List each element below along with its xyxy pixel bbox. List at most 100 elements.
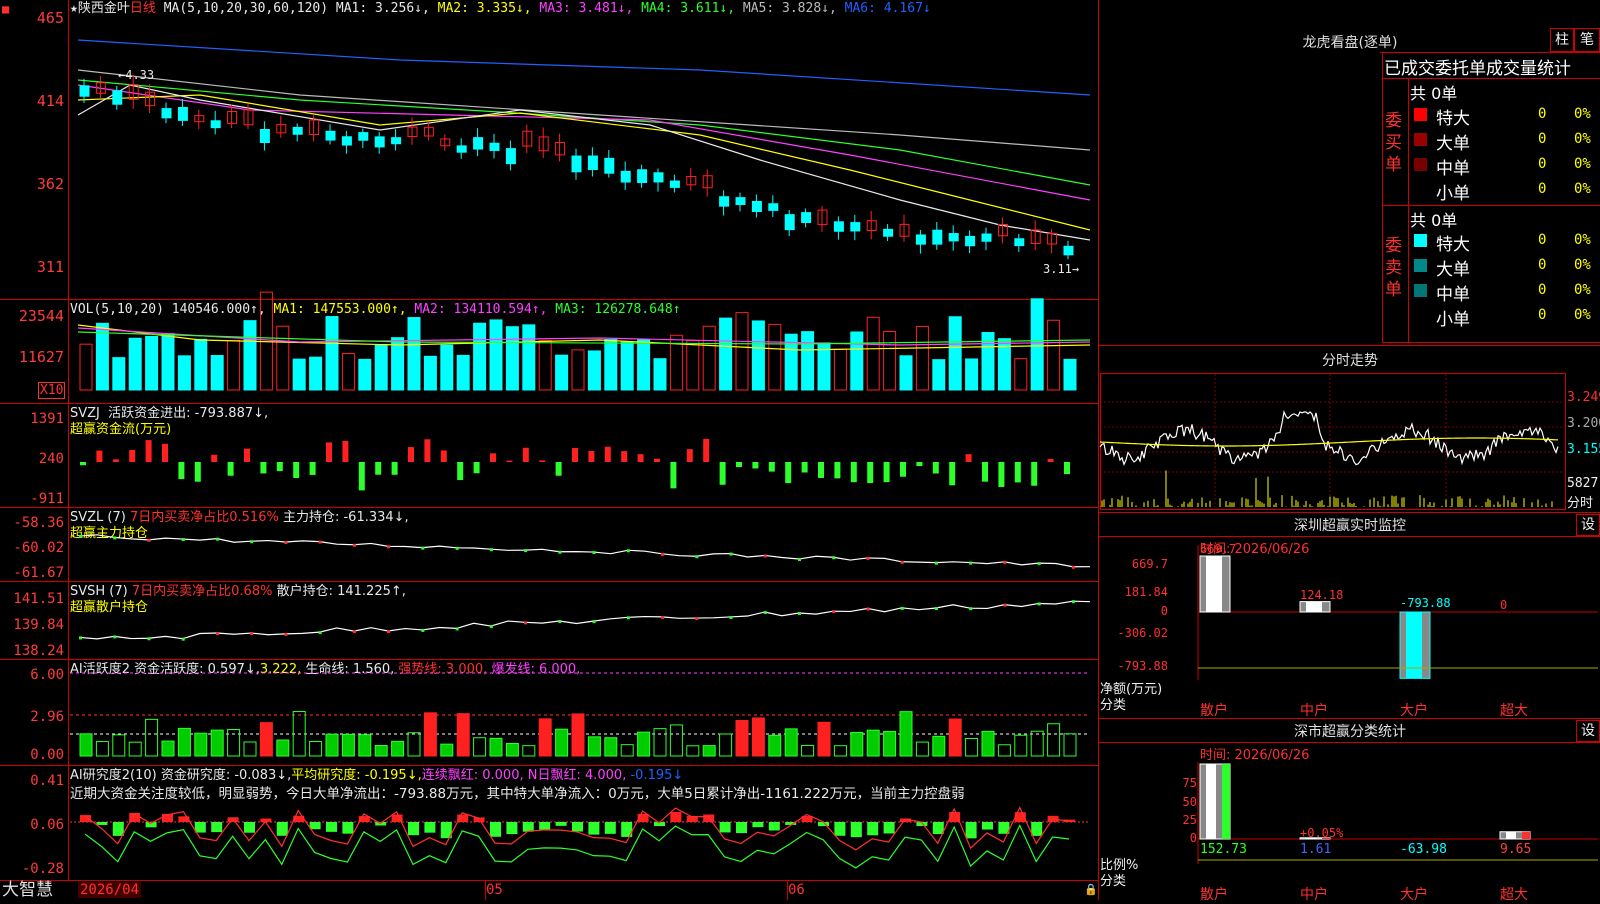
candle-body xyxy=(358,132,369,141)
svzj-bar xyxy=(785,462,792,484)
ai-active-panel[interactable]: AI活跃度2 资金活跃度: 0.597↓,3.222, 生命线: 1.560, … xyxy=(0,660,1098,766)
ai-research-bar xyxy=(670,811,682,822)
ai-active-bar xyxy=(1063,733,1077,757)
volume-bar xyxy=(965,358,979,391)
candle-body xyxy=(637,169,648,184)
stat-settings-button[interactable]: 设 xyxy=(1576,720,1600,742)
ai-research-bar xyxy=(867,822,879,836)
buy-total: 共 0单 xyxy=(1410,84,1458,103)
candle-body xyxy=(604,157,615,174)
ai-active-bar xyxy=(686,745,700,757)
flow-dot xyxy=(1003,603,1007,607)
tick-mode-button[interactable]: 笔 xyxy=(1574,28,1600,52)
svzl-panel[interactable]: SVZL (7) 7日内买卖净占比0.516% 主力持仓: -61.334↓, … xyxy=(0,508,1098,582)
order-pct: 0% xyxy=(1574,181,1591,197)
price-chart[interactable] xyxy=(0,0,1098,299)
volume-bar xyxy=(555,354,569,391)
monitor-ytick: 181.84 xyxy=(1124,585,1168,599)
svzj-bar xyxy=(916,462,923,467)
order-pct: 0% xyxy=(1574,257,1591,273)
volume-bar xyxy=(440,344,454,391)
candle-body xyxy=(587,155,598,171)
app-logo[interactable]: 大智慧 xyxy=(2,880,53,900)
monitor-category-label: 分类 xyxy=(1100,698,1127,713)
flow-dot xyxy=(1037,562,1041,566)
svzj-bar xyxy=(162,443,168,462)
svzj-bar xyxy=(1064,462,1070,475)
flow-dot xyxy=(1037,602,1041,606)
stat-category: 超大 xyxy=(1500,887,1528,903)
ai-research-bar xyxy=(850,822,862,838)
ai-active-bar xyxy=(719,733,733,757)
bar-mode-button[interactable]: 柱 xyxy=(1550,28,1574,52)
ai-active-bar xyxy=(801,744,815,757)
ai-research-bar xyxy=(555,822,567,826)
ai-research-bar xyxy=(309,822,321,830)
volume-bar xyxy=(1047,319,1061,391)
svsh-panel[interactable]: SVSH (7) 7日内买卖净占比0.68% 散户持仓: 141.225↑, 超… xyxy=(0,582,1098,660)
monitor-category: 超大 xyxy=(1500,703,1528,719)
order-category: 中单 xyxy=(1436,159,1470,179)
order-count: 0 xyxy=(1538,232,1547,248)
svzj-bar xyxy=(457,462,464,481)
lock-icon[interactable]: 🔒 xyxy=(1084,883,1098,896)
intraday-chart xyxy=(1099,374,1564,507)
svzj-bar xyxy=(932,462,939,474)
flow-dot xyxy=(284,541,288,545)
volume-bar xyxy=(833,348,847,391)
svzj-bar xyxy=(358,462,365,491)
flow-dot xyxy=(592,551,596,555)
volume-bar xyxy=(276,325,290,391)
svzj-panel[interactable]: SVZJ 活跃资金进出: -793.887↓, 超赢资金流(万元) 1391 2… xyxy=(0,404,1098,508)
price-panel[interactable]: ■ ★陕西金叶日线 MA(5,10,20,30,60,120) MA1: 3.2… xyxy=(0,0,1098,300)
flow-dot xyxy=(352,630,356,634)
intraday-ytick: 5827 xyxy=(1567,476,1599,491)
volume-bar xyxy=(112,357,126,391)
flow-dot xyxy=(934,607,938,611)
svzl-chart xyxy=(79,534,1091,569)
volume-bar xyxy=(243,320,257,391)
stat-bar-highlight xyxy=(1206,764,1216,839)
svzj-bar xyxy=(391,462,398,475)
ai-active-bar xyxy=(341,733,355,757)
volume-bar xyxy=(653,358,667,391)
ai-active-bar xyxy=(866,729,880,757)
order-header-line xyxy=(1380,52,1600,53)
stat-ytick: 0 xyxy=(1189,831,1197,845)
volume-bar xyxy=(735,312,749,391)
candle-body xyxy=(374,136,385,148)
candle-body xyxy=(948,233,959,242)
ai-research-panel[interactable]: AI研究度2(10) 资金研究度: -0.083↓,平均研究度: -0.195↓… xyxy=(0,766,1098,880)
svzj-bar xyxy=(112,459,119,462)
monitor-ytick: 0 xyxy=(1160,604,1168,618)
volume-bar xyxy=(850,331,864,391)
svzj-bar xyxy=(801,462,808,473)
ai-research-bar xyxy=(883,822,895,834)
flow-dot xyxy=(558,550,562,554)
volume-bar xyxy=(637,339,651,391)
flow-dot xyxy=(969,561,973,565)
svzj-bar xyxy=(1047,459,1054,462)
ai-active-bar xyxy=(194,732,208,757)
flow-dot xyxy=(421,546,425,550)
svzj-bar xyxy=(572,448,578,462)
volume-bar xyxy=(325,316,339,391)
flow-dot xyxy=(387,545,391,549)
svzj-bar xyxy=(670,462,677,489)
volume-bar xyxy=(686,340,700,391)
volume-panel[interactable]: VOL(5,10,20) 140546.000↑, MA1: 147553.00… xyxy=(0,291,1098,404)
volume-bar xyxy=(177,355,191,391)
monitor-settings-button[interactable]: 设 xyxy=(1576,514,1600,536)
volume-bar xyxy=(423,355,437,391)
monitor-title: 深圳超赢实时监控 xyxy=(1294,518,1406,534)
order-inner-border xyxy=(1408,78,1409,342)
svzj-bar xyxy=(965,454,972,462)
ai-research-bar xyxy=(408,822,419,836)
svzj-bar xyxy=(522,447,529,462)
ai-active-bar xyxy=(505,742,519,757)
ai-active-bar xyxy=(243,741,257,757)
flow-dot xyxy=(866,607,870,611)
order-category: 特大 xyxy=(1436,235,1470,255)
svzj-bar xyxy=(654,458,660,462)
flow-dot xyxy=(797,611,801,615)
